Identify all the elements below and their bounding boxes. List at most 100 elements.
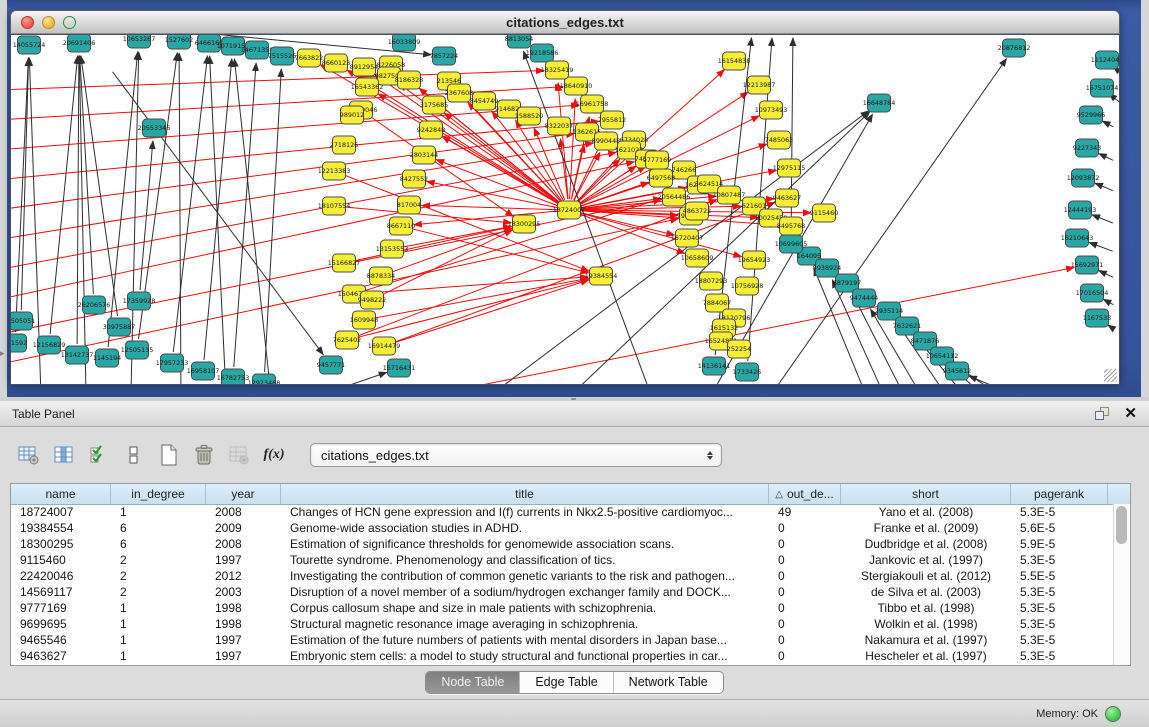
- table-panel: Table Panel ✕: [0, 401, 1149, 727]
- column-header-in_degree[interactable]: in_degree: [111, 484, 206, 504]
- close-panel-icon[interactable]: ✕: [1124, 406, 1137, 421]
- graph-edge[interactable]: [29, 58, 40, 384]
- memory-status-icon[interactable]: [1105, 706, 1121, 722]
- column-header-title[interactable]: title: [281, 484, 769, 504]
- table-scrollbar[interactable]: [1113, 504, 1130, 665]
- graph-node-label: 7884067: [703, 299, 731, 307]
- window-titlebar[interactable]: citations_edges.txt: [10, 10, 1120, 34]
- column-header-pagerank[interactable]: pagerank: [1011, 484, 1108, 504]
- graph-edge[interactable]: [422, 205, 558, 209]
- function-builder-button[interactable]: f(x): [261, 442, 287, 468]
- table-cell: 1: [111, 616, 206, 632]
- table-cell: 5.3E-5: [1011, 648, 1108, 664]
- new-file-icon: [159, 444, 179, 466]
- tab-node-table[interactable]: Node Table: [426, 672, 519, 693]
- graph-edge[interactable]: [1099, 154, 1113, 161]
- graph-edge[interactable]: [11, 121, 599, 179]
- graph-node-label: 13142737: [61, 351, 94, 359]
- graph-node-label: 989012: [340, 111, 364, 119]
- table-cell: 2008: [206, 504, 281, 520]
- graph-edge[interactable]: [358, 279, 589, 337]
- graph-edge[interactable]: [969, 376, 1004, 384]
- network-canvas[interactable]: 1405572420691406106532671527602646616010…: [10, 34, 1120, 385]
- column-header-label: in_degree: [131, 487, 184, 501]
- column-header-short[interactable]: short: [841, 484, 1011, 504]
- graph-edge[interactable]: [234, 59, 269, 384]
- table-cell: 0: [769, 536, 841, 552]
- table-row[interactable]: 946362711997Embryonic stem cells: a mode…: [11, 648, 1114, 664]
- graph-edge[interactable]: [403, 226, 511, 247]
- graph-node-label: 8938924: [813, 264, 841, 272]
- graph-edge[interactable]: [11, 134, 574, 209]
- graph-edge[interactable]: [50, 56, 78, 334]
- graph-node-label: 8912954: [350, 63, 378, 71]
- table-cell: 5.3E-5: [1011, 504, 1108, 520]
- graph-node-label: 10699605: [775, 240, 808, 248]
- graph-node-label: 19654923: [738, 256, 771, 264]
- graph-edge[interactable]: [113, 72, 324, 355]
- table-row[interactable]: 977716911998Corpus callosum shape and si…: [11, 600, 1114, 616]
- table-row[interactable]: 1872400712008Changes of HCN gene express…: [11, 504, 1114, 520]
- tab-edge-table[interactable]: Edge Table: [519, 672, 612, 693]
- graph-edge[interactable]: [558, 83, 568, 199]
- show-columns-button[interactable]: [51, 442, 77, 468]
- window-resize-grip[interactable]: [1104, 369, 1117, 382]
- table-cell: 0: [769, 600, 841, 616]
- tab-network-table[interactable]: Network Table: [613, 672, 723, 693]
- graph-edge[interactable]: [179, 53, 181, 384]
- float-panel-icon[interactable]: [1095, 407, 1110, 420]
- graph-node-label: 18640910: [560, 82, 593, 90]
- graph-node-label: 9463627: [773, 194, 801, 202]
- table-cell: 1: [111, 648, 206, 664]
- graph-edge[interactable]: [11, 143, 593, 238]
- graph-edge[interactable]: [1099, 271, 1113, 278]
- graph-node-label: 164095: [797, 252, 821, 260]
- show-columns-icon: [53, 445, 75, 465]
- graph-edge[interactable]: [1108, 325, 1114, 329]
- table-row[interactable]: 1830029562008Estimation of significance …: [11, 536, 1114, 552]
- graph-node-label: 1167533: [1083, 314, 1111, 322]
- graph-edge[interactable]: [1103, 121, 1114, 127]
- graph-edge[interactable]: [412, 229, 589, 273]
- table-row[interactable]: 969969511998Structural magnetic resonanc…: [11, 616, 1114, 632]
- graph-edge[interactable]: [1089, 243, 1113, 252]
- graph-edge[interactable]: [1095, 183, 1113, 191]
- graph-edge[interactable]: [265, 69, 282, 372]
- graph-edge[interactable]: [382, 230, 513, 295]
- graph-edge[interactable]: [777, 59, 1006, 384]
- graph-edge[interactable]: [1092, 215, 1113, 223]
- select-columns-button[interactable]: [86, 442, 112, 468]
- row-cells-button[interactable]: [121, 442, 147, 468]
- panel-collapse-arrow[interactable]: ▸: [0, 348, 5, 359]
- graph-node-label: 19218586: [526, 49, 559, 57]
- graph-node-label: 331592: [11, 339, 27, 347]
- column-header-name[interactable]: name: [11, 484, 111, 504]
- graph-node-label: 15692971: [1071, 261, 1104, 269]
- delete-column-button[interactable]: [191, 442, 217, 468]
- graph-edge[interactable]: [81, 56, 118, 316]
- graph-node-label: 9474444: [850, 294, 878, 302]
- node-table: name in_degree yeartitle△out_de...shortpag…: [10, 483, 1131, 666]
- scrollbar-thumb[interactable]: [1116, 506, 1127, 544]
- table-row[interactable]: 1938455462009Genome-wide association stu…: [11, 520, 1114, 536]
- graph-edge[interactable]: [234, 63, 256, 367]
- graph-node-label: 12093872: [1067, 174, 1100, 182]
- graph-node-label: 18107554: [318, 202, 351, 210]
- graph-edge[interactable]: [1103, 299, 1113, 304]
- table-row[interactable]: 2242004622012Investigating the contribut…: [11, 568, 1114, 584]
- table-row[interactable]: 1456911722003Disruption of a novel membe…: [11, 584, 1114, 600]
- graph-edge[interactable]: [345, 207, 511, 223]
- graph-edge[interactable]: [11, 162, 634, 298]
- column-header-out_de[interactable]: △out_de...: [769, 484, 841, 504]
- graph-edge[interactable]: [173, 56, 207, 352]
- table-row[interactable]: 946554611997Estimation of the future num…: [11, 632, 1114, 648]
- column-header-year[interactable]: year: [206, 484, 281, 504]
- table-options-button[interactable]: [16, 442, 42, 468]
- table-cell: Tourette syndrome. Phenomenology and cla…: [281, 552, 769, 568]
- table-select[interactable]: citations_edges.txt: [310, 443, 722, 467]
- table-row[interactable]: 911546021997Tourette syndrome. Phenomeno…: [11, 552, 1114, 568]
- create-column-button[interactable]: [156, 442, 182, 468]
- graph-node-label: 12505135: [121, 346, 154, 354]
- table-cell: 14569117: [11, 584, 111, 600]
- table-header-row: name in_degree yeartitle△out_de...shortpag…: [11, 484, 1130, 505]
